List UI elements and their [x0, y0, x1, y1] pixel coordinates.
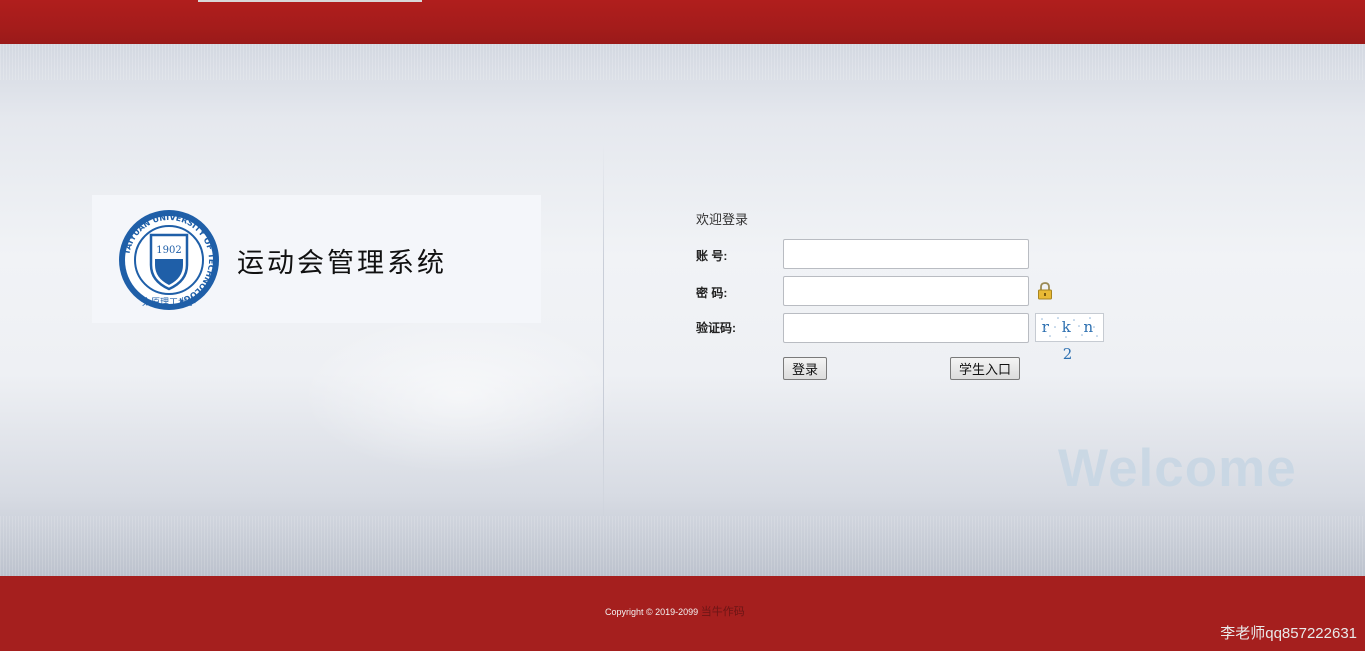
lock-icon	[1038, 282, 1052, 300]
account-label: 账 号:	[696, 249, 728, 263]
copyright-label: Copyright © 2019-2099	[605, 607, 699, 617]
password-input[interactable]	[783, 276, 1029, 306]
welcome-decoration: Welcome	[1058, 439, 1297, 498]
student-entry-button[interactable]: 学生入口	[950, 357, 1021, 380]
emblem-calligraphy: 太原理工大学	[142, 296, 196, 308]
password-label: 密 码:	[696, 286, 728, 300]
copyright-text: Copyright © 2019-2099 当牛作码	[605, 603, 745, 619]
system-title: 运动会管理系统	[237, 248, 447, 279]
vertical-divider	[603, 144, 604, 544]
captcha-input[interactable]	[783, 313, 1029, 343]
login-button[interactable]: 登录	[783, 357, 828, 380]
captcha-noise	[1041, 317, 1098, 338]
background-glow	[300, 314, 620, 474]
login-heading: 欢迎登录	[696, 212, 749, 227]
top-tab-strip	[198, 0, 422, 2]
contact-watermark: 李老师qq857222631	[1220, 625, 1357, 642]
university-emblem-icon: TAIYUAN UNIVERSITY OF TECHNOLOGY 1902 太原…	[119, 210, 219, 310]
author-link[interactable]: 当牛作码	[701, 606, 745, 618]
main-panel: TAIYUAN UNIVERSITY OF TECHNOLOGY 1902 太原…	[0, 44, 1365, 576]
footer: Copyright © 2019-2099 当牛作码 李老师qq85722263…	[0, 576, 1365, 651]
emblem-year: 1902	[156, 245, 181, 256]
top-banner	[0, 0, 1365, 45]
captcha-label: 验证码:	[696, 321, 736, 335]
logo-banner: TAIYUAN UNIVERSITY OF TECHNOLOGY 1902 太原…	[92, 195, 541, 323]
captcha-image[interactable]: r k n 2	[1035, 313, 1104, 363]
account-input[interactable]	[783, 239, 1029, 269]
